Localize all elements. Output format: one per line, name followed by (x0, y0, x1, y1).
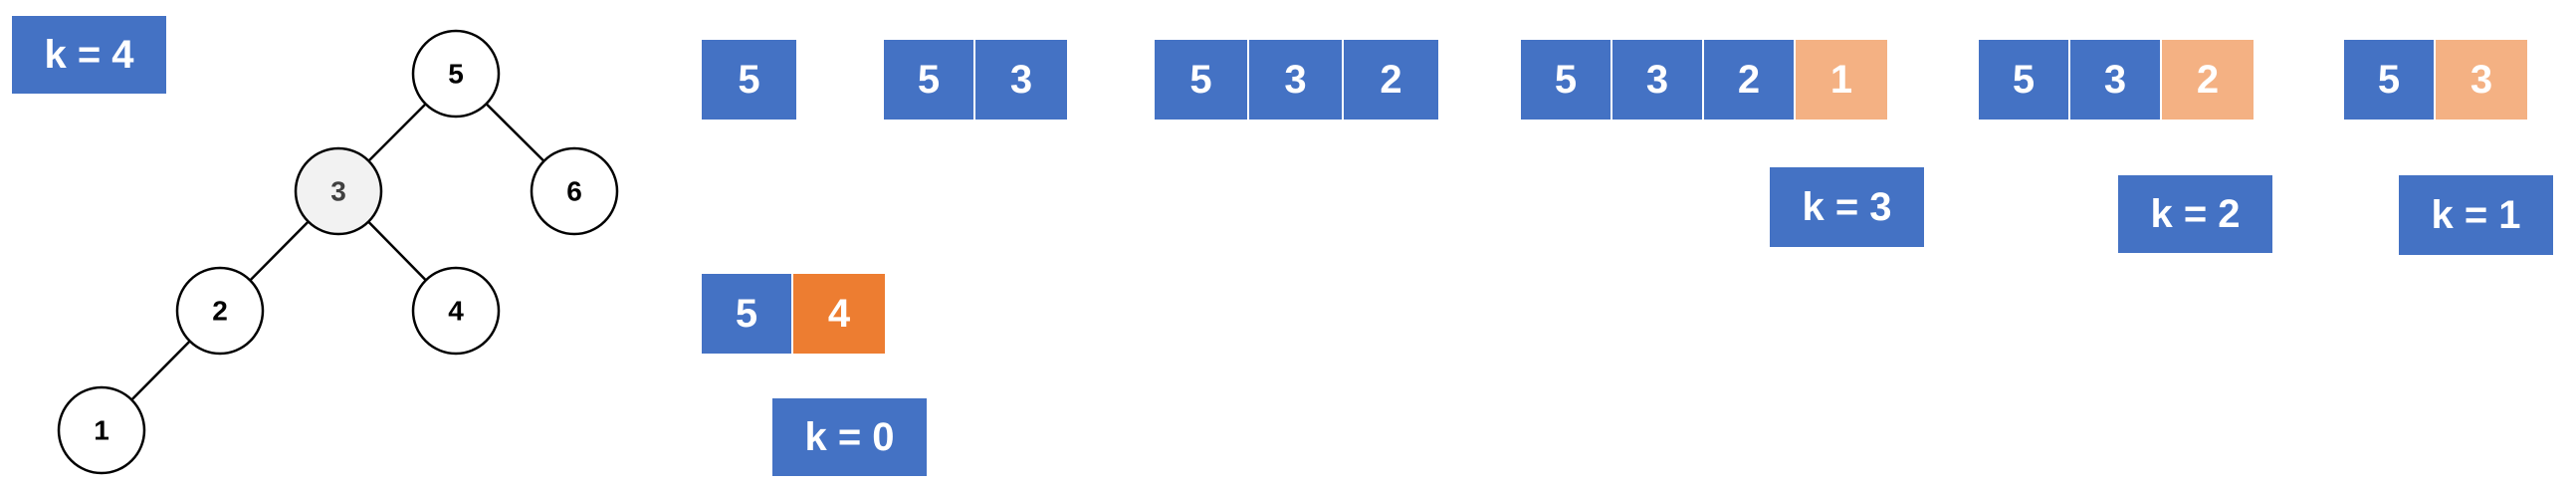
sequence-3: 532 (1155, 40, 1438, 120)
tree-node-label: 2 (212, 296, 228, 327)
tree-node-label: 4 (448, 296, 464, 327)
sequence-1: 5 (702, 40, 796, 120)
k-label-seq-5: k = 2 (2118, 175, 2272, 253)
k-label-seq-7: k = 0 (772, 398, 927, 476)
sequence-cell: 2 (1344, 40, 1438, 120)
sequence-cell: 5 (2344, 40, 2436, 120)
tree-node-label: 6 (566, 176, 582, 207)
sequence-cell: 1 (1796, 40, 1887, 120)
tree-node-1: 1 (57, 385, 146, 475)
tree-edge (367, 220, 427, 282)
tree-node-label: 1 (94, 415, 109, 446)
sequence-cell: 3 (1612, 40, 1704, 120)
tree-node-label: 5 (448, 59, 464, 90)
sequence-cell: 5 (702, 40, 796, 120)
sequence-cell: 3 (2070, 40, 2162, 120)
sequence-4: 5321 (1521, 40, 1887, 120)
binary-search-tree: 5 3 6 2 4 1 (57, 29, 619, 475)
tree-node-4: 4 (411, 266, 501, 356)
sequence-cell: 3 (2436, 40, 2527, 120)
tree-edge (249, 220, 310, 282)
sequence-cell: 5 (884, 40, 975, 120)
tree-edge (485, 103, 545, 162)
tree-edge (130, 340, 191, 401)
k-label-seq-6: k = 1 (2399, 175, 2553, 255)
sequence-cell: 3 (1249, 40, 1344, 120)
sequence-cell: 5 (1521, 40, 1612, 120)
sequence-cell: 4 (793, 274, 885, 354)
sequence-2: 53 (884, 40, 1067, 120)
tree-node-6: 6 (530, 146, 619, 236)
tree-node-2: 2 (175, 266, 265, 356)
sequence-7: 54 (702, 274, 885, 354)
sequence-cell: 5 (702, 274, 793, 354)
tree-nodes: 5 3 6 2 4 1 (57, 29, 619, 475)
sequence-cell: 2 (1704, 40, 1796, 120)
sequence-cell: 5 (1979, 40, 2070, 120)
sequence-cell: 3 (975, 40, 1067, 120)
sequence-cell: 2 (2162, 40, 2254, 120)
tree-edge (367, 103, 427, 162)
sequence-5: 532 (1979, 40, 2254, 120)
tree-node-3: 3 (294, 146, 383, 236)
k-label-seq-4: k = 3 (1770, 167, 1924, 247)
tree-node-5: 5 (411, 29, 501, 119)
tree-node-label: 3 (330, 176, 346, 207)
sequence-cell: 5 (1155, 40, 1249, 120)
sequence-6: 53 (2344, 40, 2527, 120)
